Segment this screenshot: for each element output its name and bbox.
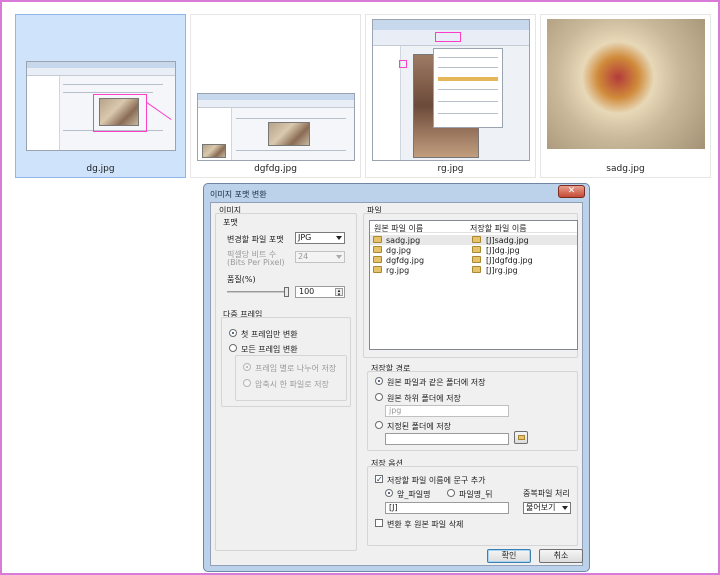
thumbnail-dgfdg[interactable]: dgfdg.jpg bbox=[190, 14, 361, 178]
spinner-icon[interactable]: ▴ ▾ bbox=[335, 288, 343, 298]
file-original-name: sadg.jpg bbox=[386, 236, 421, 245]
duplicate-label: 중복파일 처리 bbox=[523, 489, 570, 498]
target-format-select[interactable]: JPG bbox=[295, 232, 345, 244]
prefix-radio[interactable] bbox=[385, 489, 393, 497]
file-original-name: rg.jpg bbox=[386, 266, 410, 275]
thumbnail-caption: sadg.jpg bbox=[606, 164, 645, 174]
ok-button[interactable]: 확인 bbox=[487, 549, 531, 563]
all-frames-subgroup bbox=[235, 355, 347, 401]
thumbnail-image bbox=[197, 19, 355, 161]
thumbnail-image bbox=[22, 19, 179, 159]
all-frames-radio[interactable] bbox=[229, 344, 237, 352]
sub-folder-radio[interactable] bbox=[375, 393, 383, 401]
add-text-label: 저장할 파일 이름에 문구 추가 bbox=[387, 476, 486, 485]
bpp-select[interactable]: 24 bbox=[295, 251, 345, 263]
bpp-value: 24 bbox=[298, 252, 309, 261]
image-file-icon bbox=[373, 266, 382, 273]
prefix-label: 앞_파일명 bbox=[397, 490, 431, 499]
file-original-name: dg.jpg bbox=[386, 246, 412, 255]
chevron-down-icon bbox=[336, 236, 342, 240]
browse-folder-button[interactable] bbox=[514, 431, 528, 444]
file-original-name: dgfdg.jpg bbox=[386, 256, 425, 265]
col-target[interactable]: 저장할 파일 이름 bbox=[470, 223, 527, 234]
same-folder-label: 원본 파일과 같은 폴더에 저장 bbox=[387, 378, 486, 387]
chevron-down-icon bbox=[336, 255, 342, 259]
file-row[interactable]: sadg.jpg [J]sadg.jpg bbox=[370, 235, 577, 245]
image-file-icon bbox=[472, 256, 481, 263]
file-target-name: [J]rg.jpg bbox=[486, 266, 518, 275]
target-format-value: JPG bbox=[298, 233, 312, 242]
close-button[interactable]: ✕ bbox=[558, 185, 585, 198]
file-list[interactable]: 원본 파일 이름 저장할 파일 이름 sadg.jpg [J]sadg.jpg dg… bbox=[369, 220, 578, 350]
target-format-label: 변경할 파일 포맷 bbox=[227, 235, 284, 244]
custom-folder-input[interactable] bbox=[385, 433, 509, 445]
bpp-sub-label: (Bits Per Pixel) bbox=[227, 258, 285, 267]
file-target-name: [J]sadg.jpg bbox=[486, 236, 529, 245]
split-frames-radio[interactable] bbox=[243, 363, 251, 371]
first-frame-radio[interactable] bbox=[229, 329, 237, 337]
image-file-icon bbox=[373, 246, 382, 253]
custom-folder-radio[interactable] bbox=[375, 421, 383, 429]
custom-folder-label: 지정된 폴더에 저장 bbox=[387, 422, 451, 431]
image-file-icon bbox=[472, 246, 481, 253]
merge-frames-radio[interactable] bbox=[243, 379, 251, 387]
add-text-input[interactable]: [J] bbox=[385, 502, 509, 514]
image-file-icon bbox=[472, 266, 481, 273]
image-format-dialog: 이미지 포맷 변환 ✕ 이미지 포맷 변경할 파일 포맷 JPG 픽셀당 비트 … bbox=[203, 183, 590, 572]
file-target-name: [J]dg.jpg bbox=[486, 246, 520, 255]
folder-icon bbox=[518, 435, 525, 440]
sub-folder-input[interactable]: jpg bbox=[385, 405, 509, 417]
image-file-icon bbox=[373, 236, 382, 243]
image-file-icon bbox=[472, 236, 481, 243]
col-original[interactable]: 원본 파일 이름 bbox=[374, 223, 423, 234]
quality-slider-track bbox=[227, 291, 289, 293]
file-row[interactable]: dgfdg.jpg [J]dgfdg.jpg bbox=[370, 255, 577, 265]
add-text-checkbox[interactable]: ✓ bbox=[375, 475, 383, 484]
all-frames-label: 모든 프레임 변환 bbox=[241, 345, 298, 354]
quality-slider-thumb[interactable] bbox=[284, 287, 289, 297]
delete-original-label: 변환 후 원본 파일 삭제 bbox=[387, 520, 464, 529]
thumbnail-rg[interactable]: rg.jpg bbox=[365, 14, 536, 178]
image-file-icon bbox=[373, 256, 382, 263]
file-list-header: 원본 파일 이름 저장할 파일 이름 bbox=[370, 221, 577, 233]
quality-input[interactable]: 100 ▴ ▾ bbox=[295, 286, 345, 298]
file-row[interactable]: rg.jpg [J]rg.jpg bbox=[370, 265, 577, 275]
thumbnail-sadg[interactable]: sadg.jpg bbox=[540, 14, 711, 178]
thumbnail-caption: rg.jpg bbox=[437, 164, 464, 174]
thumbnail-caption: dg.jpg bbox=[86, 164, 115, 174]
quality-slider[interactable] bbox=[227, 287, 289, 297]
duplicate-select[interactable]: 물어보기 bbox=[523, 502, 571, 514]
merge-frames-label: 압축시 한 파일로 저장 bbox=[255, 380, 329, 389]
duplicate-value: 물어보기 bbox=[526, 503, 556, 512]
sub-folder-label: 원본 하위 폴더에 저장 bbox=[387, 394, 461, 403]
file-row[interactable]: dg.jpg [J]dg.jpg bbox=[370, 245, 577, 255]
suffix-radio[interactable] bbox=[447, 489, 455, 497]
add-text-value: [J] bbox=[389, 503, 398, 512]
thumbnail-dg[interactable]: dg.jpg bbox=[15, 14, 186, 178]
format-group-title: 포맷 bbox=[223, 218, 238, 227]
quality-value: 100 bbox=[299, 287, 315, 296]
dialog-client: 이미지 포맷 변경할 파일 포맷 JPG 픽셀당 비트 수 (Bits Per … bbox=[210, 202, 583, 566]
split-frames-label: 프레임 별로 나누어 저장 bbox=[255, 364, 337, 373]
delete-original-checkbox[interactable] bbox=[375, 519, 383, 527]
quality-label: 품질(%) bbox=[227, 275, 256, 284]
same-folder-radio[interactable] bbox=[375, 377, 383, 385]
chevron-down-icon bbox=[562, 506, 568, 510]
cancel-button[interactable]: 취소 bbox=[539, 549, 583, 563]
file-target-name: [J]dgfdg.jpg bbox=[486, 256, 533, 265]
first-frame-label: 첫 프레임만 변환 bbox=[241, 330, 298, 339]
suffix-label: 파일명_뒤 bbox=[459, 490, 493, 499]
sub-folder-value: jpg bbox=[389, 406, 402, 415]
thumbnail-caption: dgfdg.jpg bbox=[254, 164, 297, 174]
thumbnail-image bbox=[372, 19, 530, 161]
dialog-title: 이미지 포맷 변환 bbox=[210, 190, 267, 199]
thumbnail-image bbox=[547, 19, 705, 159]
